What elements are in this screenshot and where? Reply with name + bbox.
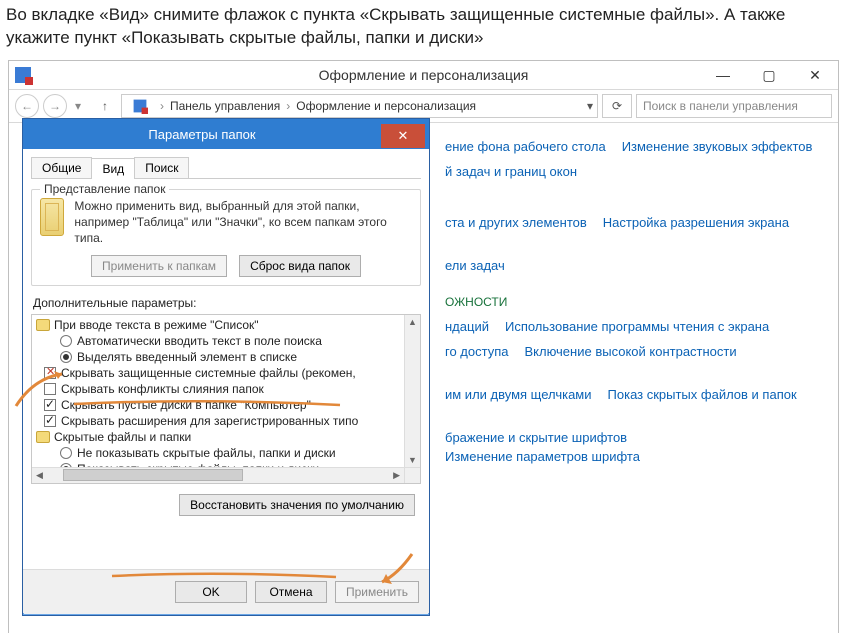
link-taskbar-colors[interactable]: й задач и границ окон [445,164,577,179]
link-bg[interactable]: ение фона рабочего стола [445,139,606,154]
chevron-right-icon: › [160,99,164,113]
params-label: Дополнительные параметры: [33,296,421,310]
hscroll-thumb[interactable] [63,469,243,481]
chevron-right-icon: › [286,99,290,113]
link-font-params[interactable]: Изменение параметров шрифта [445,449,640,464]
radio[interactable] [60,335,72,347]
folder-icon [36,431,50,443]
reset-folder-view-button[interactable]: Сброс вида папок [239,255,361,277]
link-access[interactable]: го доступа [445,344,508,359]
radio-dont-show-hidden[interactable] [60,447,72,459]
instruction-text: Во вкладке «Вид» снимите флажок с пункта… [0,0,847,58]
restore-defaults-button[interactable]: Восстановить значения по умолчанию [179,494,415,516]
tree-item-dont-show[interactable]: Не показывать скрытые файлы, папки и дис… [77,446,336,460]
tree-item-highlight[interactable]: Выделять введенный элемент в списке [77,350,297,364]
minimize-button[interactable]: — [700,61,746,89]
checkbox[interactable] [44,415,56,427]
checkbox[interactable] [44,383,56,395]
checkbox[interactable] [44,399,56,411]
folder-text: Можно применить вид, выбранный для этой … [74,198,412,247]
tree-item-auto-type[interactable]: Автоматически вводить текст в поле поиск… [77,334,322,348]
group-title: Представление папок [40,182,169,196]
link-taskbar[interactable]: ели задач [445,258,505,273]
link-screen-reader[interactable]: Использование программы чтения с экрана [505,319,769,334]
link-clicks[interactable]: им или двумя щелчками [445,387,592,402]
links-column: ение фона рабочего стола Изменение звуко… [445,129,826,474]
close-button[interactable]: ✕ [792,61,838,89]
window-icon [15,67,31,83]
link-resolution[interactable]: Настройка разрешения экрана [603,215,789,230]
tree-item-hide-merge[interactable]: Скрывать конфликты слияния папок [61,382,264,396]
scroll-up-icon[interactable]: ▲ [408,315,417,329]
link-recs[interactable]: ндаций [445,319,489,334]
folder-view-group: Представление папок Можно применить вид,… [31,189,421,286]
tree-item-hide-ext[interactable]: Скрывать расширения для зарегистрированн… [61,414,358,428]
window-title: Оформление и персонализация [319,67,529,83]
apply-button[interactable]: Применить [335,581,419,603]
tree-item-hide-empty[interactable]: Скрывать пустые диски в папке "Компьютер… [61,398,311,412]
tab-view[interactable]: Вид [91,158,135,179]
link-fonts-hide[interactable]: бражение и скрытие шрифтов [445,430,627,445]
dialog-title: Параметры папок [23,127,381,142]
tree-folder-1: При вводе текста в режиме "Список" [54,318,259,332]
link-sound[interactable]: Изменение звуковых эффектов [622,139,813,154]
tab-search[interactable]: Поиск [134,157,189,178]
folder-icon [36,319,50,331]
breadcrumb-2[interactable]: Оформление и персонализация [296,99,476,113]
dialog-title-bar[interactable]: Параметры папок ✕ [23,119,429,149]
scroll-corner [404,467,420,483]
ok-button[interactable]: OK [175,581,247,603]
tree-vscrollbar[interactable]: ▲ ▼ [404,315,420,467]
link-hidden-files[interactable]: Показ скрытых файлов и папок [608,387,797,402]
search-input[interactable]: Поиск в панели управления [636,94,832,118]
tree-hscrollbar[interactable]: ◀ ▶ [32,467,404,483]
dialog-footer: OK Отмена Применить [23,569,429,613]
link-contrast[interactable]: Включение высокой контрастности [524,344,736,359]
tab-bar: Общие Вид Поиск [31,157,421,179]
up-button[interactable]: ↑ [93,94,117,118]
cancel-button[interactable]: Отмена [255,581,327,603]
tab-general[interactable]: Общие [31,157,92,178]
scroll-down-icon[interactable]: ▼ [408,453,417,467]
scroll-right-icon[interactable]: ▶ [389,470,404,481]
breadcrumb-1[interactable]: Панель управления [170,99,280,113]
link-text-size[interactable]: ста и других элементов [445,215,587,230]
maximize-button[interactable]: ▢ [746,61,792,89]
checkbox-hide-system-files[interactable] [44,367,56,379]
folder-options-dialog: Параметры папок ✕ Общие Вид Поиск Предст… [22,118,430,616]
refresh-button[interactable]: ⟳ [602,94,632,118]
tree-folder-2: Скрытые файлы и папки [54,430,191,444]
back-button[interactable]: ← [15,94,39,118]
scroll-left-icon[interactable]: ◀ [32,470,47,481]
section-heading: ОЖНОСТИ [445,295,507,309]
forward-button[interactable]: → [43,94,67,118]
advanced-params-tree[interactable]: При вводе текста в режиме "Список" Автом… [31,314,421,484]
address-icon [134,99,147,112]
dialog-close-button[interactable]: ✕ [381,124,425,148]
tree-item-hide-system[interactable]: Скрывать защищенные системные файлы (рек… [61,366,356,380]
history-dropdown[interactable]: ▾ [71,99,85,113]
apply-to-folders-button[interactable]: Применить к папкам [91,255,227,277]
address-bar[interactable]: › Панель управления › Оформление и персо… [121,94,598,118]
radio[interactable] [60,351,72,363]
chevron-down-icon[interactable]: ▾ [587,99,593,113]
title-bar: Оформление и персонализация — ▢ ✕ [9,61,838,89]
folder-icon [40,198,64,236]
